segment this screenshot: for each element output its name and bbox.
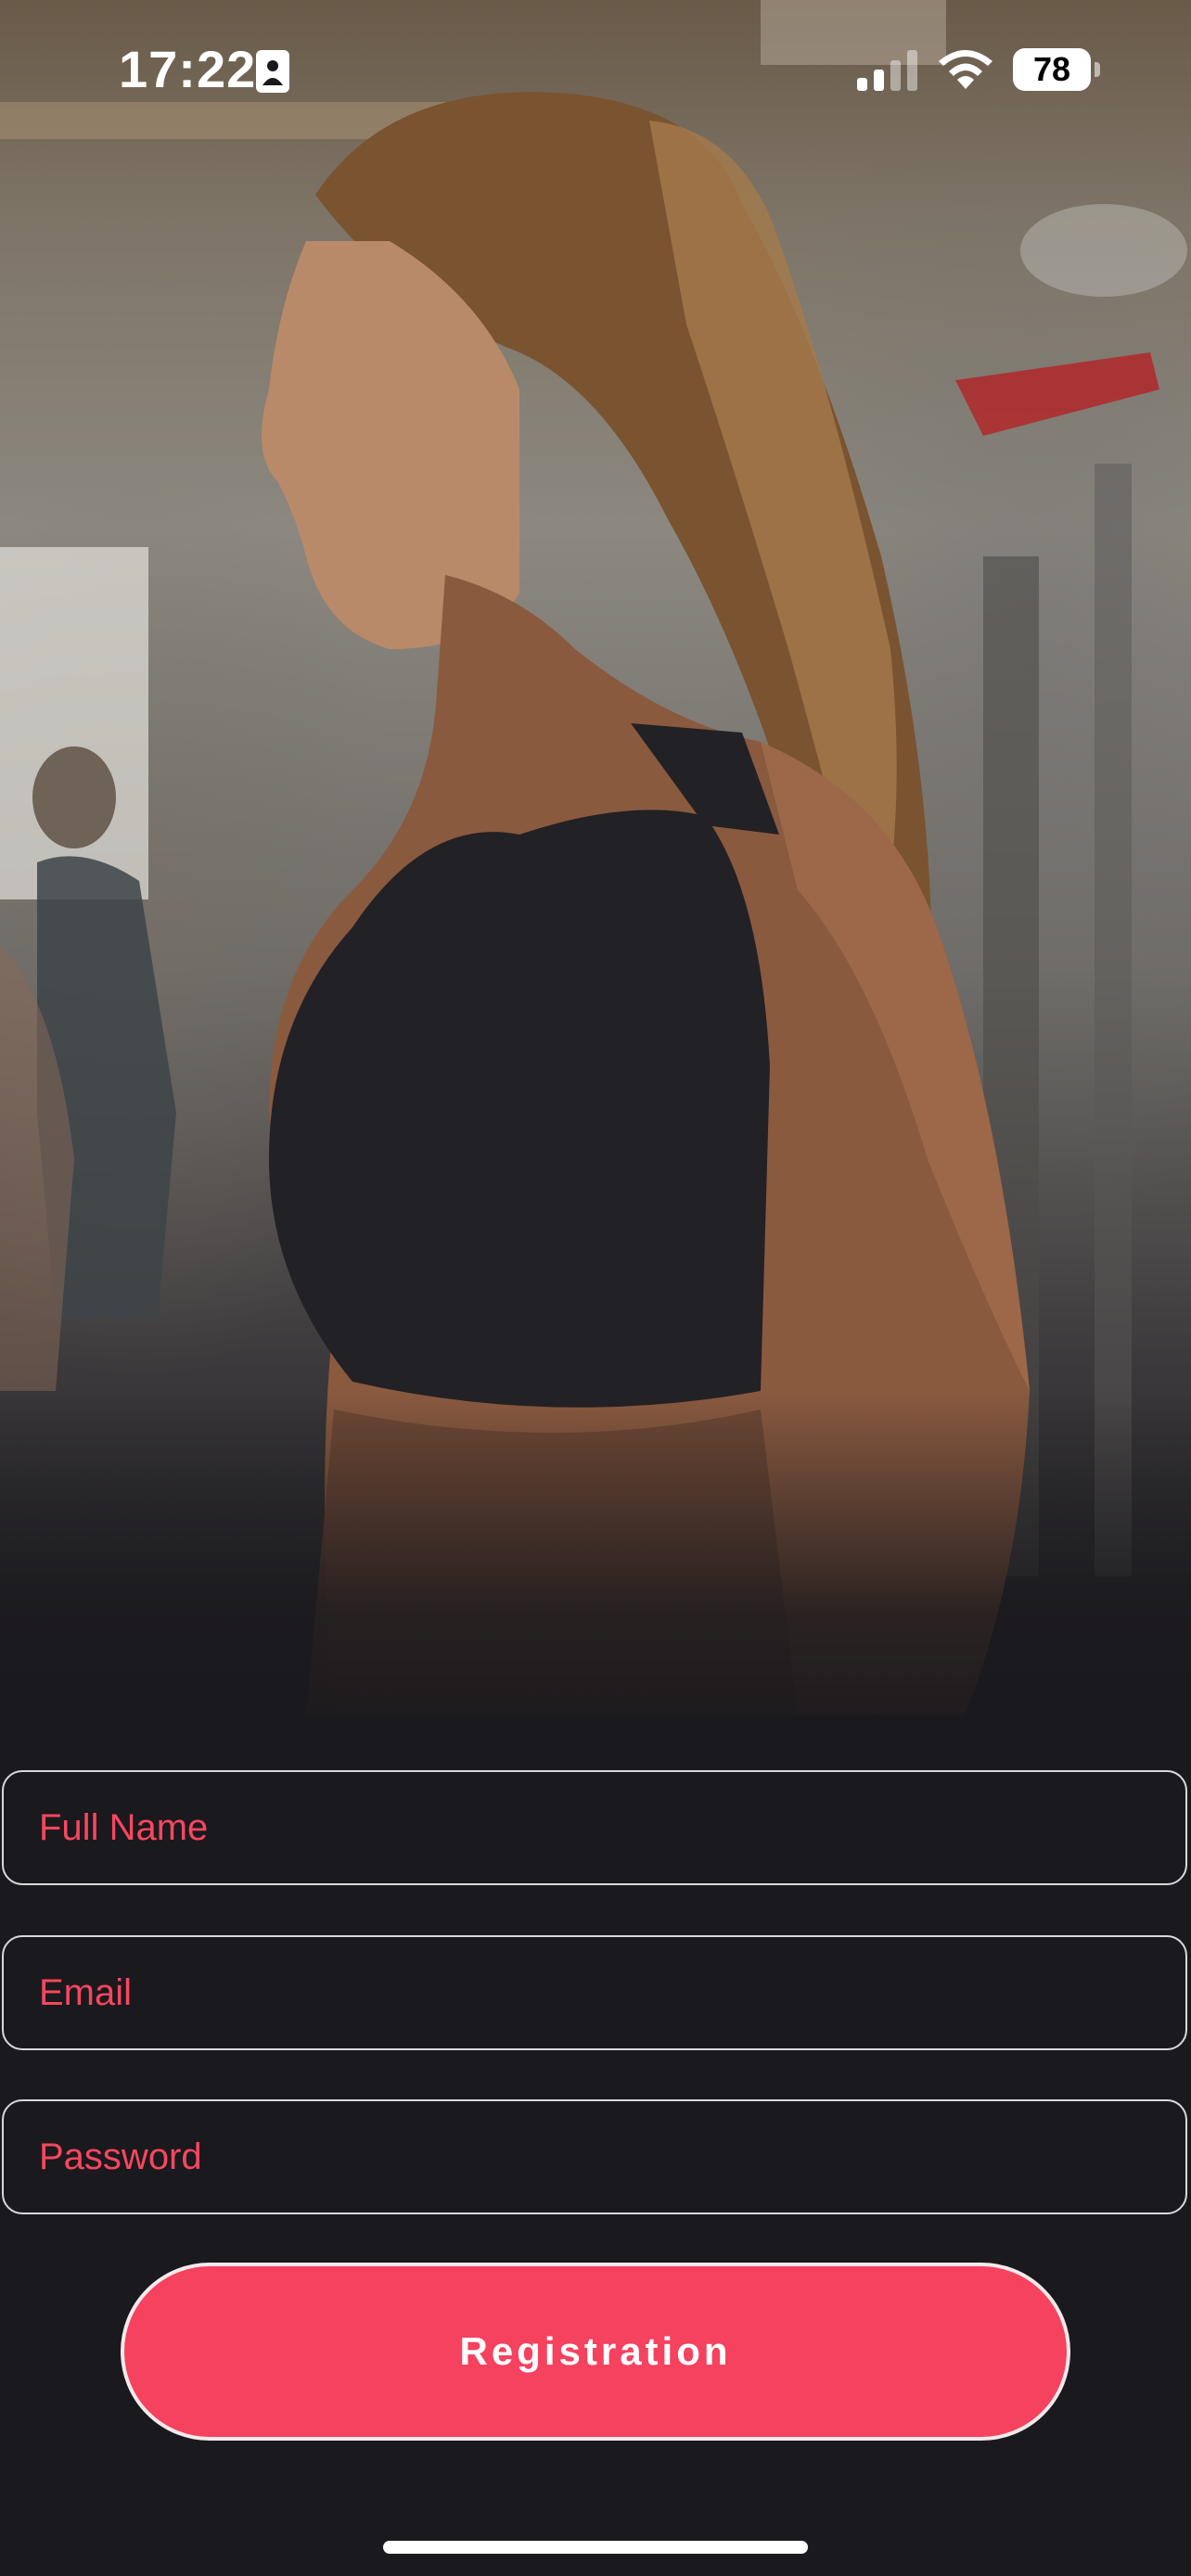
wifi-icon [939, 50, 992, 89]
hero-fade-overlay [0, 1391, 1191, 1762]
full-name-input[interactable] [4, 1772, 1185, 1883]
signal-icon [857, 50, 917, 91]
email-field [2, 1935, 1187, 2050]
status-time: 17:22 [119, 40, 257, 98]
battery-level: 78 [1013, 48, 1091, 91]
password-field [2, 2099, 1187, 2214]
contact-card-icon [256, 50, 289, 93]
full-name-field [2, 1770, 1187, 1885]
password-input[interactable] [4, 2101, 1185, 2213]
registration-button[interactable]: Registration [121, 2263, 1070, 2441]
email-input[interactable] [4, 1937, 1185, 2048]
battery-cap [1095, 62, 1100, 77]
status-bar: 17:22 78 [0, 0, 1191, 139]
battery-icon: 78 [1013, 48, 1102, 91]
home-indicator[interactable] [383, 2541, 808, 2554]
hero-photo [0, 0, 1191, 1762]
